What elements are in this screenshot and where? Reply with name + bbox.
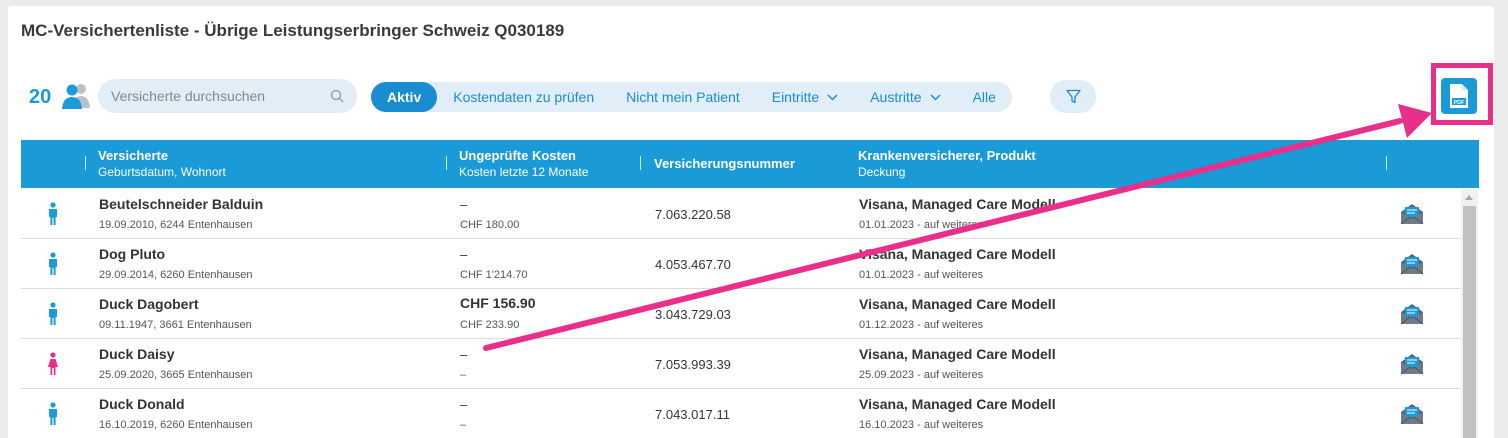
unchecked-costs: – xyxy=(460,397,468,412)
insurance-number: 7.043.017.11 xyxy=(655,407,730,422)
filter-tab-alle[interactable]: Alle xyxy=(957,82,1012,112)
header-costs[interactable]: Ungeprüfte Kosten Kosten letzte 12 Monat… xyxy=(459,148,588,180)
coverage-period: 16.10.2023 - auf weiteres xyxy=(859,419,984,431)
insured-name[interactable]: Dog Pluto xyxy=(99,246,165,262)
insured-name[interactable]: Duck Dagobert xyxy=(99,296,199,312)
chevron-down-icon xyxy=(827,93,838,101)
filter-button[interactable] xyxy=(1050,80,1096,113)
mail-icon[interactable] xyxy=(1400,253,1424,275)
female-person-icon xyxy=(48,352,58,375)
filter-tab-label: Austritte xyxy=(870,89,922,105)
mail-icon[interactable] xyxy=(1400,353,1424,375)
header-separator xyxy=(640,156,641,170)
coverage-period: 01.01.2023 - auf weiteres xyxy=(859,219,984,231)
insurer-product: Visana, Managed Care Modell xyxy=(859,196,1056,212)
pdf-export-button[interactable]: PDF xyxy=(1441,78,1477,114)
filter-tab-label: Alle xyxy=(972,89,996,105)
unchecked-costs: – xyxy=(460,247,468,262)
header-insured-title: Versicherte xyxy=(98,148,169,163)
costs-last-12-months: – xyxy=(460,369,467,381)
header-number-title: Versicherungsnummer xyxy=(654,156,795,171)
header-insured-sub: Geburtsdatum, Wohnort xyxy=(98,165,226,179)
header-costs-title: Ungeprüfte Kosten xyxy=(459,148,576,163)
mail-icon[interactable] xyxy=(1400,203,1424,225)
filter-tab-label: Nicht mein Patient xyxy=(626,89,740,105)
filter-tab-kostendaten-zu-prüfen[interactable]: Kostendaten zu prüfen xyxy=(437,82,610,112)
insurer-product: Visana, Managed Care Modell xyxy=(859,296,1056,312)
male-person-icon xyxy=(49,252,57,275)
filter-tab-label: Aktiv xyxy=(387,89,422,105)
filter-tab-nicht-mein-patient[interactable]: Nicht mein Patient xyxy=(610,82,756,112)
male-person-icon xyxy=(49,202,57,225)
insured-name[interactable]: Duck Daisy xyxy=(99,346,174,362)
filter-tab-eintritte[interactable]: Eintritte xyxy=(756,82,854,112)
header-insurer-title: Krankenversicherer, Produkt xyxy=(858,148,1036,163)
insurance-number: 7.063.220.58 xyxy=(655,207,731,222)
insured-details: 09.11.1947, 3661 Entenhausen xyxy=(99,319,252,331)
insured-table-body: Beutelschneider Balduin 19.09.2010, 6244 … xyxy=(21,189,1461,438)
unchecked-costs: – xyxy=(460,347,468,362)
header-separator xyxy=(446,156,447,170)
unchecked-costs: CHF 156.90 xyxy=(460,295,536,311)
insurance-number: 4.053.467.70 xyxy=(655,257,731,272)
coverage-period: 25.09.2023 - auf weiteres xyxy=(859,369,984,381)
users-icon xyxy=(62,84,90,109)
scroll-up-arrow-icon[interactable] xyxy=(1465,195,1473,200)
vertical-scrollbar[interactable] xyxy=(1461,189,1478,438)
coverage-period: 01.12.2023 - auf weiteres xyxy=(859,319,984,331)
insured-details: 16.10.2019, 6260 Entenhausen xyxy=(99,419,253,431)
mail-icon[interactable] xyxy=(1400,303,1424,325)
costs-last-12-months: CHF 233.90 xyxy=(460,319,520,331)
costs-last-12-months: – xyxy=(460,419,467,431)
filter-icon xyxy=(1065,89,1081,104)
header-insured[interactable]: Versicherte Geburtsdatum, Wohnort xyxy=(98,148,226,180)
mail-icon[interactable] xyxy=(1400,403,1424,425)
costs-last-12-months: CHF 1'214.70 xyxy=(460,269,528,281)
search-icon[interactable] xyxy=(330,89,344,103)
page-title: MC-Versichertenliste - Übrige Leistungse… xyxy=(21,21,565,40)
insurer-product: Visana, Managed Care Modell xyxy=(859,346,1056,362)
coverage-period: 01.01.2023 - auf weiteres xyxy=(859,269,984,281)
header-costs-sub: Kosten letzte 12 Monate xyxy=(459,165,589,179)
filter-tab-aktiv[interactable]: Aktiv xyxy=(371,82,438,112)
table-row[interactable]: Duck Dagobert 09.11.1947, 3661 Entenhause… xyxy=(21,289,1461,339)
insured-details: 29.09.2014, 6260 Entenhausen xyxy=(99,269,253,281)
table-row[interactable]: Dog Pluto 29.09.2014, 6260 Entenhausen – CH… xyxy=(21,239,1461,289)
insurance-number: 7.053.993.39 xyxy=(655,357,731,372)
filter-tab-label: Eintritte xyxy=(771,89,820,105)
filter-tabs: Aktiv Kostendaten zu prüfen Nicht mein Pat… xyxy=(371,82,1012,112)
svg-text:PDF: PDF xyxy=(1454,100,1466,106)
toolbar: 20 Aktiv Kostendaten zu prüfen Nicht mein … xyxy=(0,78,1508,114)
insured-name[interactable]: Duck Donald xyxy=(99,396,185,412)
costs-last-12-months: CHF 180.00 xyxy=(460,219,520,231)
insurance-number: 3.043.729.03 xyxy=(655,307,731,322)
filter-tab-label: Kostendaten zu prüfen xyxy=(453,89,595,105)
male-person-icon xyxy=(49,402,57,425)
table-header: Versicherte Geburtsdatum, Wohnort Ungepr… xyxy=(21,140,1479,188)
header-insurer-sub: Deckung xyxy=(858,165,906,179)
insurer-product: Visana, Managed Care Modell xyxy=(859,396,1056,412)
insured-name[interactable]: Beutelschneider Balduin xyxy=(99,196,263,212)
header-number[interactable]: Versicherungsnummer xyxy=(654,156,795,172)
insured-details: 25.09.2020, 3665 Entenhausen xyxy=(99,369,253,381)
header-insurer[interactable]: Krankenversicherer, Produkt Deckung xyxy=(858,148,1036,180)
chevron-down-icon xyxy=(930,93,941,101)
unchecked-costs: – xyxy=(460,197,468,212)
scroll-thumb[interactable] xyxy=(1463,206,1476,438)
header-separator xyxy=(1386,156,1387,170)
table-row[interactable]: Beutelschneider Balduin 19.09.2010, 6244 … xyxy=(21,189,1461,239)
table-row[interactable]: Duck Daisy 25.09.2020, 3665 Entenhausen – –… xyxy=(21,339,1461,389)
header-separator xyxy=(85,156,86,170)
insured-details: 19.09.2010, 6244 Entenhausen xyxy=(99,219,253,231)
table-row[interactable]: Duck Donald 16.10.2019, 6260 Entenhausen –… xyxy=(21,389,1461,438)
insurer-product: Visana, Managed Care Modell xyxy=(859,246,1056,262)
filter-tab-austritte[interactable]: Austritte xyxy=(854,82,956,112)
insured-count: 20 xyxy=(29,86,52,108)
male-person-icon xyxy=(49,302,57,325)
pdf-icon: PDF xyxy=(1450,84,1468,108)
search-input[interactable] xyxy=(98,79,357,113)
